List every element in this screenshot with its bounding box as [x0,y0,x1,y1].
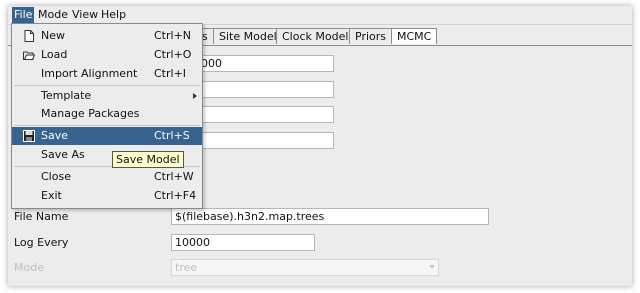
open-folder-icon [23,51,35,60]
tab-site-model[interactable]: Site Model [213,28,283,44]
menu-item-new[interactable]: New Ctrl+N [12,27,202,45]
new-file-icon [24,30,34,42]
submenu-arrow-icon [193,93,197,99]
pre-burnin-field[interactable] [190,106,334,123]
log-every-field[interactable]: 10000 [171,234,315,251]
menu-item-close-label: Close [41,170,71,183]
menu-view[interactable]: View [70,7,100,23]
menu-item-close[interactable]: Close Ctrl+W [12,168,202,186]
menu-item-exit-shortcut: Ctrl+F4 [154,189,197,202]
store-every-field[interactable] [190,81,334,98]
num-init-attempts-field[interactable] [190,132,334,149]
menu-item-load-shortcut: Ctrl+O [154,48,192,61]
menu-separator [14,125,200,126]
chain-length-field[interactable]: 0000 [190,55,334,72]
tab-clock-model[interactable]: Clock Model [276,28,355,44]
menu-item-close-shortcut: Ctrl+W [154,170,194,183]
menu-item-exit-label: Exit [41,189,62,202]
menu-item-load-label: Load [41,48,68,61]
menu-item-new-shortcut: Ctrl+N [154,29,192,42]
floppy-disk-icon [23,130,35,142]
menu-item-save-shortcut: Ctrl+S [154,129,190,142]
menu-item-new-label: New [41,29,65,42]
save-tooltip: Save Model [112,151,184,168]
menu-separator [14,85,200,86]
file-name-field[interactable]: $(filebase).h3n2.map.trees [171,208,489,225]
menu-item-load[interactable]: Load Ctrl+O [12,46,202,64]
menu-help[interactable]: Help [99,7,128,23]
file-name-label: File Name [14,210,69,223]
menu-item-template[interactable]: Template [12,87,202,105]
menu-item-exit[interactable]: Exit Ctrl+F4 [12,187,202,205]
menu-item-manage-packages-label: Manage Packages [41,107,140,120]
mode-combobox[interactable]: tree [171,259,439,276]
menu-item-import-alignment[interactable]: Import Alignment Ctrl+I [12,65,202,83]
file-menu: New Ctrl+N Load Ctrl+O Import Alignment … [11,23,203,209]
menu-item-template-label: Template [41,89,92,102]
mode-value: tree [175,261,198,274]
tab-priors[interactable]: Priors [349,28,393,44]
menu-item-manage-packages[interactable]: Manage Packages [12,105,202,123]
menu-item-save[interactable]: Save Ctrl+S [12,127,202,145]
log-every-label: Log Every [14,236,69,249]
menu-mode[interactable]: Mode [36,7,70,23]
mode-label: Mode [14,261,44,274]
beauti-window: File Mode View Help s Site Model Clock M… [8,6,632,286]
menu-item-import-shortcut: Ctrl+I [154,67,187,80]
menu-item-save-label: Save [41,129,69,142]
tab-mcmc[interactable]: MCMC [391,28,438,44]
chevron-down-icon [429,265,435,269]
menu-item-import-label: Import Alignment [41,67,138,80]
menu-file[interactable]: File [12,7,35,23]
menu-item-save-as-label: Save As [41,148,85,161]
